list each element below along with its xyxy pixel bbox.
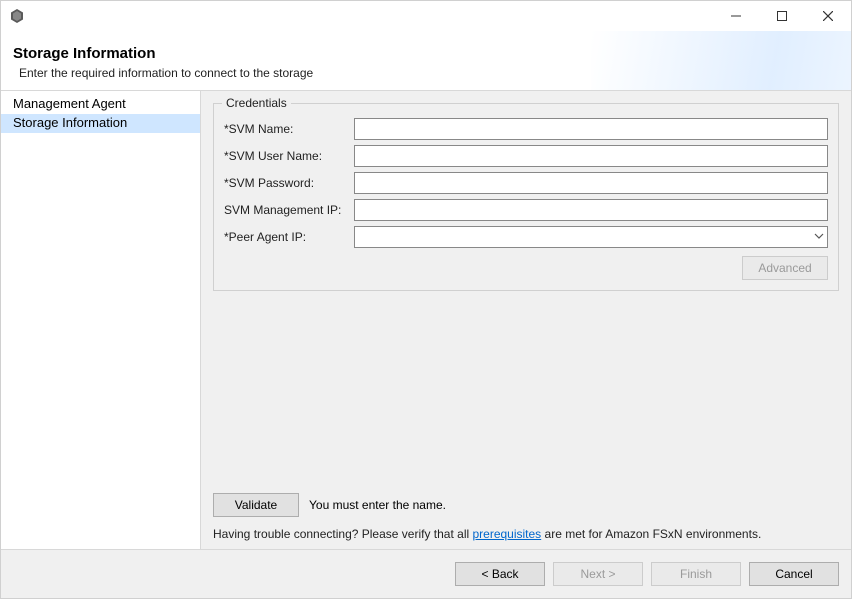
advanced-button[interactable]: Advanced: [742, 256, 828, 280]
sidebar-item-management-agent[interactable]: Management Agent: [1, 95, 200, 114]
wizard-footer: < Back Next > Finish Cancel: [1, 550, 851, 598]
credentials-group: Credentials *SVM Name: *SVM User Name: *…: [213, 103, 839, 291]
label-peer-agent-ip: *Peer Agent IP:: [224, 230, 354, 244]
credentials-legend: Credentials: [222, 96, 291, 110]
advanced-row: Advanced: [224, 256, 828, 280]
main-panel: Credentials *SVM Name: *SVM User Name: *…: [201, 91, 851, 549]
label-svm-name: *SVM Name:: [224, 122, 354, 136]
next-button[interactable]: Next >: [553, 562, 643, 586]
label-svm-user: *SVM User Name:: [224, 149, 354, 163]
dialog-window: Storage Information Enter the required i…: [0, 0, 852, 599]
help-suffix: are met for Amazon FSxN environments.: [541, 527, 761, 541]
row-svm-user: *SVM User Name:: [224, 145, 828, 167]
validate-message: You must enter the name.: [309, 498, 446, 512]
validate-row: Validate You must enter the name.: [213, 493, 839, 517]
maximize-button[interactable]: [759, 1, 805, 31]
prerequisites-link[interactable]: prerequisites: [472, 527, 541, 541]
help-text: Having trouble connecting? Please verify…: [213, 527, 839, 541]
minimize-button[interactable]: [713, 1, 759, 31]
wizard-body: Management Agent Storage Information Cre…: [1, 90, 851, 550]
select-peer-agent-ip[interactable]: [354, 226, 828, 248]
titlebar-left: [9, 8, 25, 24]
finish-button[interactable]: Finish: [651, 562, 741, 586]
label-svm-mgmt-ip: SVM Management IP:: [224, 203, 354, 217]
row-peer-agent-ip: *Peer Agent IP:: [224, 226, 828, 248]
spacer: [213, 291, 839, 487]
close-button[interactable]: [805, 1, 851, 31]
validate-button[interactable]: Validate: [213, 493, 299, 517]
wizard-steps-sidebar: Management Agent Storage Information: [1, 91, 201, 549]
label-svm-password: *SVM Password:: [224, 176, 354, 190]
input-svm-password[interactable]: [354, 172, 828, 194]
titlebar: [1, 1, 851, 31]
wizard-header: Storage Information Enter the required i…: [1, 31, 851, 90]
page-title: Storage Information: [13, 45, 839, 62]
sidebar-item-storage-information[interactable]: Storage Information: [1, 114, 200, 133]
back-button[interactable]: < Back: [455, 562, 545, 586]
row-svm-password: *SVM Password:: [224, 172, 828, 194]
input-svm-user[interactable]: [354, 145, 828, 167]
row-svm-mgmt-ip: SVM Management IP:: [224, 199, 828, 221]
page-subtitle: Enter the required information to connec…: [19, 66, 839, 80]
help-prefix: Having trouble connecting? Please verify…: [213, 527, 472, 541]
input-svm-mgmt-ip[interactable]: [354, 199, 828, 221]
app-icon: [9, 8, 25, 24]
cancel-button[interactable]: Cancel: [749, 562, 839, 586]
row-svm-name: *SVM Name:: [224, 118, 828, 140]
input-svm-name[interactable]: [354, 118, 828, 140]
window-controls: [713, 1, 851, 31]
